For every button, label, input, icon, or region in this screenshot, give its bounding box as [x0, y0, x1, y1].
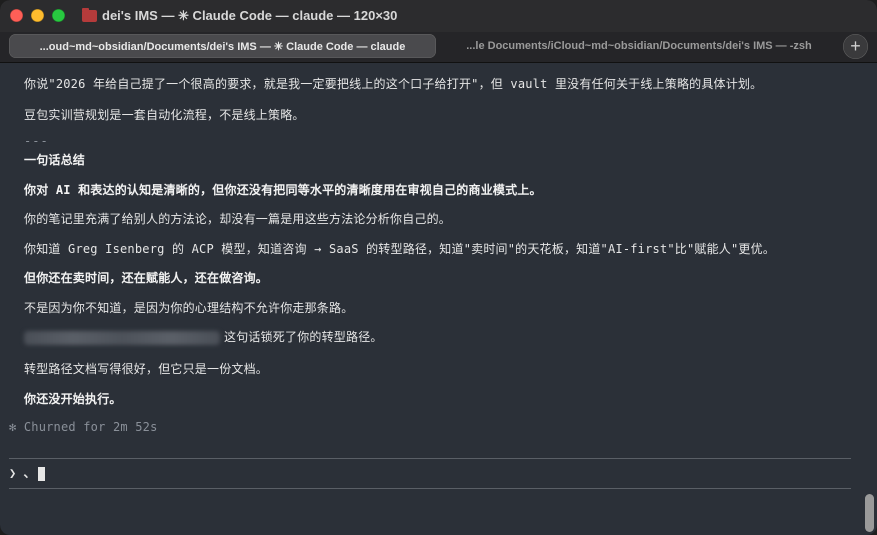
- tab-zsh[interactable]: ...le Documents/iCloud~md~obsidian/Docum…: [440, 34, 838, 58]
- input-top-border: [9, 458, 851, 459]
- terminal-window: dei's IMS — ✳ Claude Code — claude — 120…: [0, 0, 877, 535]
- text-cursor: [38, 466, 46, 481]
- output-line: 不是因为你不知道，是因为你的心理结构不允许你走那条路。: [24, 301, 354, 315]
- window-controls: [10, 9, 65, 22]
- output-line: 你说"2026 年给自己提了一个很高的要求，就是我一定要把线上的这个口子给打开"…: [24, 77, 763, 91]
- tab-label: ...le Documents/iCloud~md~obsidian/Docum…: [466, 40, 812, 52]
- zoom-button[interactable]: [52, 9, 65, 22]
- tab-bar: ...oud~md~obsidian/Documents/dei's IMS —…: [0, 32, 877, 63]
- close-button[interactable]: [10, 9, 23, 22]
- redacted-text: [24, 330, 220, 345]
- divider-line: ---: [24, 134, 49, 148]
- output-line: 你知道 Greg Isenberg 的 ACP 模型，知道咨询 → SaaS 的…: [24, 242, 776, 256]
- output-text: 这句话锁死了你的转型路径。: [224, 330, 383, 344]
- window-title-group: dei's IMS — ✳ Claude Code — claude — 120…: [82, 8, 397, 24]
- section-heading: 一句话总结: [24, 153, 86, 167]
- output-line-redacted: 这句话锁死了你的转型路径。: [24, 328, 383, 345]
- scrollbar-thumb[interactable]: [865, 494, 874, 532]
- scrollbar-track[interactable]: [864, 63, 874, 535]
- terminal-output[interactable]: 你说"2026 年给自己提了一个很高的要求，就是我一定要把线上的这个口子给打开"…: [0, 63, 877, 535]
- output-line: 你还没开始执行。: [24, 392, 122, 406]
- minimize-button[interactable]: [31, 9, 44, 22]
- output-line: 豆包实训营规划是一套自动化流程，不是线上策略。: [24, 108, 305, 122]
- input-prompt[interactable]: ❯ 、: [9, 464, 46, 481]
- window-title: dei's IMS — ✳ Claude Code — claude — 120…: [102, 8, 398, 23]
- status-line: ✻ Churned for 2m 52s: [9, 420, 158, 434]
- title-bar[interactable]: dei's IMS — ✳ Claude Code — claude — 120…: [0, 0, 877, 32]
- prompt-text: ❯ 、: [9, 466, 36, 480]
- output-line: 你对 AI 和表达的认知是清晰的，但你还没有把同等水平的清晰度用在审视自己的商业…: [24, 183, 542, 197]
- output-line: 但你还在卖时间，还在赋能人，还在做咨询。: [24, 271, 269, 285]
- output-line: 你的笔记里充满了给别人的方法论，却没有一篇是用这些方法论分析你自己的。: [24, 212, 452, 226]
- tab-claude-code[interactable]: ...oud~md~obsidian/Documents/dei's IMS —…: [9, 34, 436, 58]
- plus-icon: +: [850, 36, 861, 56]
- output-line: 转型路径文档写得很好，但它只是一份文档。: [24, 362, 269, 376]
- new-tab-button[interactable]: +: [843, 34, 868, 59]
- input-bottom-border: [9, 488, 851, 489]
- tab-label: ...oud~md~obsidian/Documents/dei's IMS —…: [39, 40, 406, 53]
- folder-icon: [82, 8, 97, 22]
